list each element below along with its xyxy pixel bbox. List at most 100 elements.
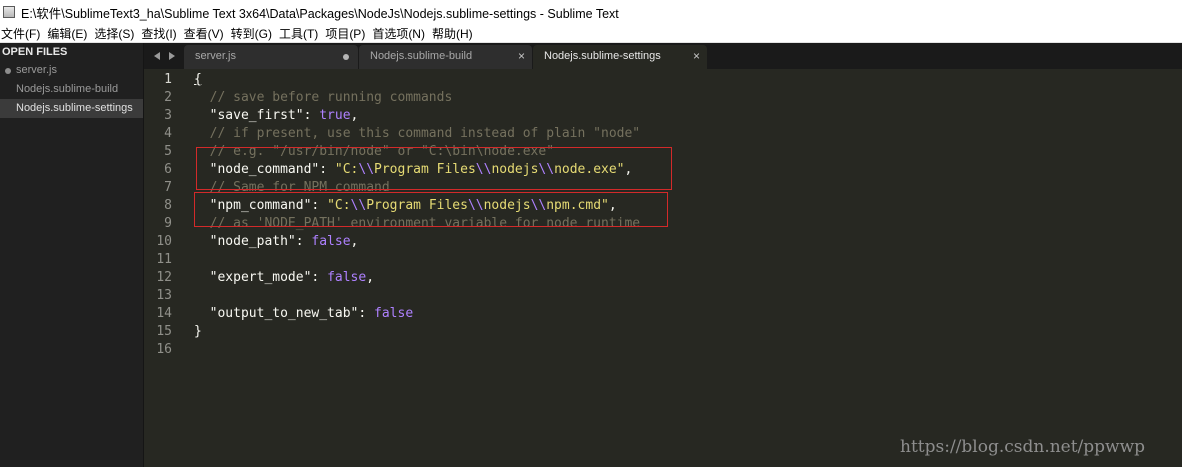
code-token: : bbox=[358, 306, 375, 321]
menu-item[interactable]: 查看(V) bbox=[183, 25, 229, 42]
code-token: : bbox=[295, 234, 312, 249]
line-number: 8 bbox=[164, 198, 172, 213]
menu-item[interactable]: 文件(F) bbox=[0, 25, 45, 42]
editor-tab[interactable]: server.js bbox=[184, 45, 358, 69]
sublime-app-icon bbox=[3, 6, 15, 18]
code-token: } bbox=[194, 324, 202, 339]
line-number: 12 bbox=[156, 270, 172, 285]
code-token: \\ bbox=[475, 162, 492, 177]
code-token: npm.cmd" bbox=[546, 198, 609, 213]
menu-bar: 文件(F) 编辑(E) 选择(S) 查找(I) 查看(V) 转到(G) 工具(T) 项目(P)… bbox=[0, 24, 1182, 43]
menu-item[interactable]: 选择(S) bbox=[93, 25, 139, 42]
code-token: : bbox=[311, 270, 328, 285]
code-token: : bbox=[319, 162, 335, 177]
code-line[interactable] bbox=[194, 251, 1182, 269]
open-files-list: server.js Nodejs.sublime-build Nodejs.subl… bbox=[0, 61, 143, 118]
code-token: // Same for NPM command bbox=[209, 180, 390, 195]
unsaved-dot-icon bbox=[5, 68, 11, 74]
line-number: 3 bbox=[164, 108, 172, 123]
code-line[interactable]: { bbox=[194, 71, 1182, 89]
close-icon[interactable]: × bbox=[518, 45, 525, 68]
line-number: 5 bbox=[164, 144, 172, 159]
code-token: , bbox=[350, 108, 359, 123]
code-line[interactable] bbox=[194, 341, 1182, 359]
line-number: 9 bbox=[164, 216, 172, 231]
editor-tab[interactable]: Nodejs.sublime-settings × bbox=[533, 45, 707, 69]
tab-label: server.js bbox=[195, 50, 236, 62]
code-token: "C: bbox=[334, 162, 359, 177]
code-token: : bbox=[303, 108, 320, 123]
close-icon[interactable]: × bbox=[693, 45, 700, 68]
code-token: \\ bbox=[538, 162, 555, 177]
tab-label: Nodejs.sublime-build bbox=[370, 50, 473, 62]
code-line[interactable]: "node_command": "C:\\Program Files\\node… bbox=[194, 161, 1182, 179]
menu-item[interactable]: 编辑(E) bbox=[46, 25, 92, 42]
code-line[interactable] bbox=[194, 287, 1182, 305]
code-line[interactable]: } bbox=[194, 323, 1182, 341]
menu-item[interactable]: 查找(I) bbox=[140, 25, 181, 42]
code-line[interactable]: "npm_command": "C:\\Program Files\\nodej… bbox=[194, 197, 1182, 215]
code-token: "node_command" bbox=[209, 162, 320, 177]
editor-tab[interactable]: Nodejs.sublime-build × bbox=[359, 45, 532, 69]
code-token: "output_to_new_tab" bbox=[209, 306, 359, 321]
menu-item[interactable]: 工具(T) bbox=[278, 25, 323, 42]
tab-nav-arrows bbox=[144, 43, 184, 69]
open-file-label: Nodejs.sublime-settings bbox=[16, 102, 133, 114]
open-file-item[interactable]: Nodejs.sublime-settings bbox=[0, 99, 143, 118]
code-line[interactable]: // e.g. "/usr/bin/node" or "C:\bin\node.… bbox=[194, 143, 1182, 161]
code-token: // e.g. "/usr/bin/node" or "C:\bin\node.… bbox=[209, 144, 555, 159]
menu-item[interactable]: 项目(P) bbox=[324, 25, 370, 42]
code-token: "C: bbox=[327, 198, 351, 213]
code-line[interactable]: "save_first": true, bbox=[194, 107, 1182, 125]
menu-item[interactable]: 帮助(H) bbox=[431, 25, 478, 42]
line-number: 15 bbox=[156, 324, 172, 339]
line-number: 7 bbox=[164, 180, 172, 195]
code-token: Program Files bbox=[374, 162, 476, 177]
line-number: 1 bbox=[164, 72, 172, 87]
open-file-label: Nodejs.sublime-build bbox=[16, 83, 119, 95]
line-number: 14 bbox=[156, 306, 172, 321]
code-token: \\ bbox=[350, 198, 367, 213]
code-line[interactable]: "output_to_new_tab": false bbox=[194, 305, 1182, 323]
code-token: nodejs bbox=[483, 198, 531, 213]
code-token: Program Files bbox=[366, 198, 468, 213]
line-number: 6 bbox=[164, 162, 172, 177]
tab-next-arrow-icon[interactable] bbox=[168, 52, 175, 60]
code-token: , bbox=[624, 162, 633, 177]
menu-item[interactable]: 转到(G) bbox=[230, 25, 277, 42]
code-token: "expert_mode" bbox=[209, 270, 312, 285]
code-token: : bbox=[311, 198, 328, 213]
code-line[interactable]: // as 'NODE_PATH' environment variable f… bbox=[194, 215, 1182, 233]
code-area[interactable]: { // save before running commands "save_… bbox=[194, 71, 1182, 359]
line-number: 10 bbox=[156, 234, 172, 249]
code-line[interactable]: // save before running commands bbox=[194, 89, 1182, 107]
code-token: // if present, use this command instead … bbox=[209, 126, 641, 141]
menu-item[interactable]: 首选项(N) bbox=[371, 25, 430, 42]
code-editor[interactable]: 1 2 3 4 5 6 7 8 9 10 11 12 13 14 15 16 { // save before… bbox=[144, 69, 1182, 467]
code-line[interactable]: // if present, use this command instead … bbox=[194, 125, 1182, 143]
code-line[interactable]: "expert_mode": false, bbox=[194, 269, 1182, 287]
open-files-header: OPEN FILES bbox=[2, 46, 68, 58]
open-file-item[interactable]: server.js bbox=[0, 61, 143, 80]
watermark: https://blog.csdn.net/ppwwp bbox=[900, 437, 1146, 457]
code-line[interactable]: // Same for NPM command bbox=[194, 179, 1182, 197]
open-file-item[interactable]: Nodejs.sublime-build bbox=[0, 80, 143, 99]
code-token: { bbox=[194, 72, 202, 87]
code-token: , bbox=[350, 234, 359, 249]
unsaved-dot-icon[interactable] bbox=[343, 54, 349, 60]
line-number: 2 bbox=[164, 90, 172, 105]
code-token: false bbox=[327, 270, 367, 285]
code-token: , bbox=[608, 198, 617, 213]
line-number: 11 bbox=[156, 252, 172, 267]
code-token: \\ bbox=[358, 162, 375, 177]
code-line[interactable]: "node_path": false, bbox=[194, 233, 1182, 251]
tab-prev-arrow-icon[interactable] bbox=[153, 52, 160, 60]
